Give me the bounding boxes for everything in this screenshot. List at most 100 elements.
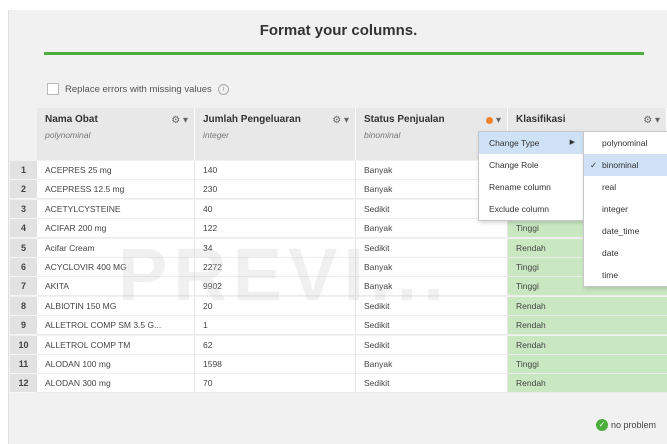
table-cell: Sedikit	[356, 335, 508, 355]
info-icon[interactable]: i	[217, 83, 229, 95]
table-row: 11 ALODAN 100 mg 1598 Banyak Tinggi	[10, 354, 667, 374]
table-cell: Rendah	[508, 316, 667, 336]
menu-item-exclude-column[interactable]: Exclude column	[479, 198, 583, 220]
type-option-polynominal[interactable]: polynominal	[584, 132, 667, 154]
table-cell: 2272	[195, 257, 356, 277]
menu-item-change-type[interactable]: Change Type ▶	[479, 132, 583, 154]
table-row: 5 Acifar Cream 34 Sedikit Rendah	[10, 238, 667, 258]
table-cell: 1598	[195, 354, 356, 374]
table-cell: Sedikit	[356, 316, 508, 336]
gear-icon[interactable]: ⚙	[171, 115, 180, 126]
table-cell: Rendah	[508, 296, 667, 316]
table-cell: 9902	[195, 277, 356, 297]
chevron-down-icon[interactable]: ▾	[655, 115, 660, 126]
menu-item-label: Change Type	[489, 138, 540, 148]
chevron-down-icon[interactable]: ▾	[183, 115, 188, 126]
submenu-arrow-icon: ▶	[569, 139, 575, 146]
row-number: 10	[10, 335, 37, 355]
check-icon: ✓	[590, 160, 598, 170]
menu-item-rename-column[interactable]: Rename column	[479, 176, 583, 198]
table-cell: Sedikit	[356, 238, 508, 258]
table-cell: ACETYLCYSTEINE	[37, 199, 195, 219]
table-cell: ACIFAR 200 mg	[37, 219, 195, 239]
table-cell: Acifar Cream	[37, 238, 195, 258]
table-cell: 122	[195, 219, 356, 239]
type-option-binominal[interactable]: ✓ binominal	[584, 154, 667, 176]
table-cell: ALODAN 100 mg	[37, 354, 195, 374]
table-cell: AKITA	[37, 277, 195, 297]
column-name: Klasifikasi	[516, 114, 566, 125]
status-text: no problem	[611, 420, 657, 430]
table-cell: Banyak	[356, 257, 508, 277]
table-cell: ALBIOTIN 150 MG	[37, 296, 195, 316]
table-cell: 34	[195, 238, 356, 258]
menu-item-change-role[interactable]: Change Role	[479, 154, 583, 176]
gear-icon[interactable]: ⚙	[643, 115, 652, 126]
table-cell: Rendah	[508, 374, 667, 394]
table-row: 12 ALODAN 300 mg 70 Sedikit Rendah	[10, 374, 667, 394]
type-option-label: binominal	[602, 160, 639, 170]
table-cell: Sedikit	[356, 374, 508, 394]
type-option-date[interactable]: date	[584, 242, 667, 264]
row-number: 9	[10, 316, 37, 336]
status-indicator: ✓ no problem	[596, 419, 656, 431]
table-cell: Rendah	[508, 335, 667, 355]
type-option-integer[interactable]: integer	[584, 198, 667, 220]
table-cell: 20	[195, 296, 356, 316]
column-name: Status Penjualan	[364, 114, 445, 125]
change-type-submenu: polynominal ✓ binominal real integer dat…	[583, 131, 667, 287]
table-row: 6 ACYCLOVIR 400 MG 2272 Banyak Tinggi	[10, 257, 667, 277]
title-underline	[44, 52, 644, 55]
table-cell: 230	[195, 180, 356, 200]
replace-errors-option[interactable]: Replace errors with missing values i	[47, 83, 229, 95]
gear-icon[interactable]: ⚙	[332, 115, 341, 126]
row-number: 3	[10, 199, 37, 219]
table-cell: 40	[195, 199, 356, 219]
column-context-menu: Change Type ▶ Change Role Rename column …	[478, 131, 584, 221]
chevron-down-icon[interactable]: ▾	[496, 115, 501, 126]
table-cell: 1	[195, 316, 356, 336]
table-row: 9 ALLETROL COMP SM 3.5 G... 1 Sedikit Re…	[10, 316, 667, 336]
table-cell: Sedikit	[356, 296, 508, 316]
type-option-real[interactable]: real	[584, 176, 667, 198]
table-row: 4 ACIFAR 200 mg 122 Banyak Tinggi	[10, 219, 667, 239]
column-type: integer	[203, 130, 229, 140]
row-number: 8	[10, 296, 37, 316]
type-option-date-time[interactable]: date_time	[584, 220, 667, 242]
column-header-nama-obat[interactable]: Nama Obat polynominal ⚙ ▾	[37, 108, 195, 160]
table-cell: 140	[195, 161, 356, 180]
check-circle-icon: ✓	[596, 419, 608, 431]
row-number: 4	[10, 219, 37, 239]
row-number: 7	[10, 277, 37, 297]
chevron-down-icon[interactable]: ▾	[344, 115, 349, 126]
column-type: polynominal	[45, 130, 91, 140]
row-number: 5	[10, 238, 37, 258]
table-cell: Tinggi	[508, 354, 667, 374]
warning-dot-icon	[486, 116, 494, 124]
table-cell: ACEPRESS 12.5 mg	[37, 180, 195, 200]
table-cell: 70	[195, 374, 356, 394]
table-cell: Banyak	[356, 277, 508, 297]
column-name: Jumlah Pengeluaran	[203, 114, 301, 125]
table-cell: ACYCLOVIR 400 MG	[37, 257, 195, 277]
table-cell: Banyak	[356, 354, 508, 374]
table-cell: Banyak	[356, 219, 508, 239]
table-cell: 62	[195, 335, 356, 355]
table-row: 8 ALBIOTIN 150 MG 20 Sedikit Rendah	[10, 296, 667, 316]
row-number: 1	[10, 161, 37, 180]
page-title: Format your columns.	[259, 22, 418, 39]
row-number: 6	[10, 257, 37, 277]
table-cell: ALLETROL COMP TM	[37, 335, 195, 355]
table-cell: ALLETROL COMP SM 3.5 G...	[37, 316, 195, 336]
replace-errors-label: Replace errors with missing values	[65, 83, 212, 95]
replace-errors-checkbox[interactable]	[47, 83, 59, 95]
table-row: 10 ALLETROL COMP TM 62 Sedikit Rendah	[10, 335, 667, 355]
table-cell: ALODAN 300 mg	[37, 374, 195, 394]
row-number: 2	[10, 180, 37, 200]
column-name: Nama Obat	[45, 114, 98, 125]
table-cell: ACEPRES 25 mg	[37, 161, 195, 180]
row-number: 12	[10, 374, 37, 394]
type-option-time[interactable]: time	[584, 264, 667, 286]
column-header-jumlah-pengeluaran[interactable]: Jumlah Pengeluaran integer ⚙ ▾	[195, 108, 356, 160]
row-number: 11	[10, 354, 37, 374]
